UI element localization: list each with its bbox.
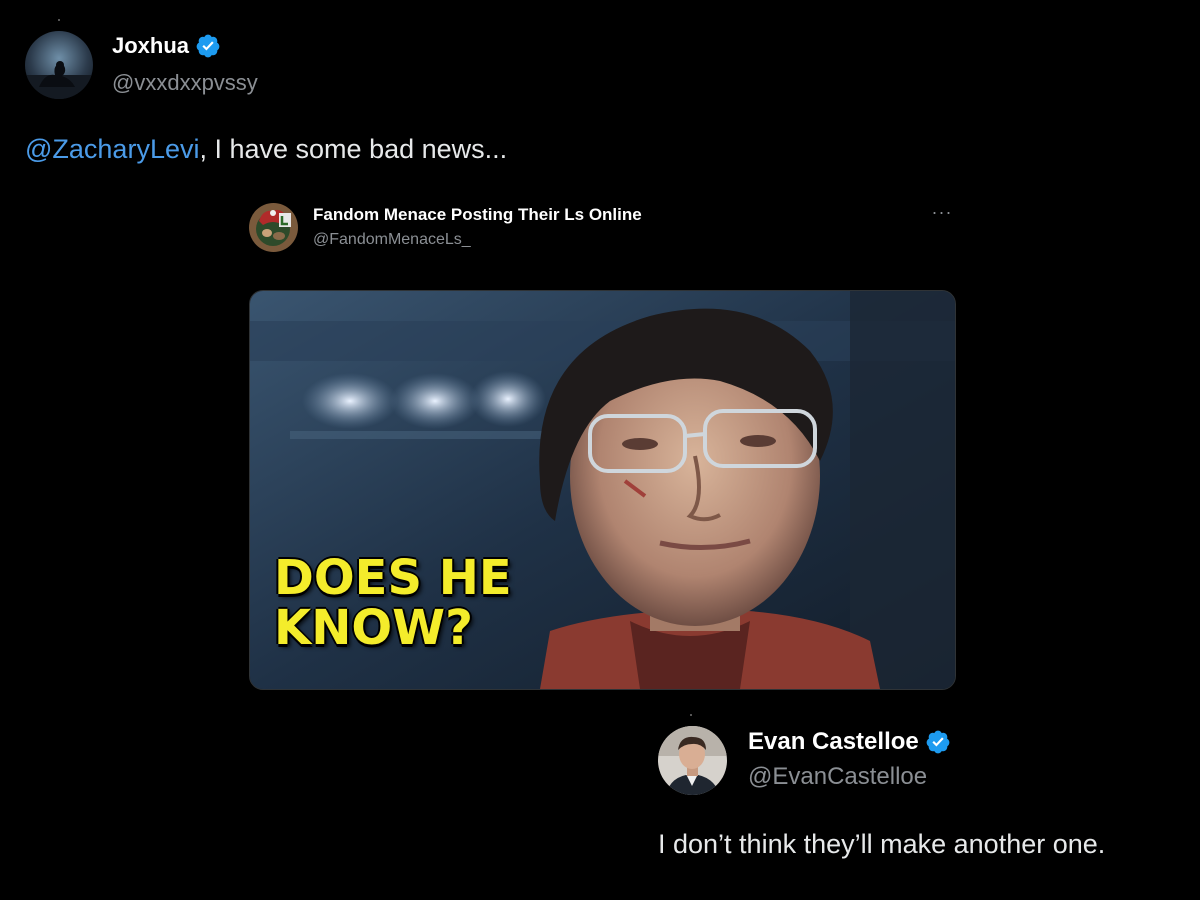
quoted-display-name[interactable]: Fandom Menace Posting Their Ls Online [313, 205, 642, 225]
reply-user-avatar[interactable] [658, 726, 727, 795]
tweet-media-image[interactable]: DOES HE KNOW? [249, 290, 956, 690]
quoted-user-avatar[interactable] [249, 203, 298, 252]
mention-link[interactable]: @ZacharyLevi [25, 134, 199, 164]
reply-tweet-text: I don’t think they’ll make another one. [658, 829, 1106, 859]
display-name[interactable]: Joxhua [112, 33, 221, 59]
reply-display-name-text[interactable]: Evan Castelloe [748, 728, 919, 756]
reply-display-name[interactable]: Evan Castelloe [748, 728, 951, 756]
verified-badge-icon [925, 729, 951, 755]
user-avatar[interactable] [25, 31, 93, 99]
display-name-text[interactable]: Joxhua [112, 33, 189, 59]
caption-line-2: KNOW? [274, 600, 473, 656]
decorative-dot [58, 19, 60, 21]
reply-user-handle[interactable]: @EvanCastelloe [748, 763, 927, 791]
reply-avatar-image [658, 726, 727, 795]
user-handle[interactable]: @vxxdxxpvssy [112, 70, 258, 96]
quoted-user-handle[interactable]: @FandomMenaceLs_ [313, 231, 471, 249]
media-caption: DOES HE KNOW? [274, 553, 512, 653]
tweet-screenshot: Joxhua @vxxdxxpvssy @ZacharyLevi, I have… [0, 0, 1200, 900]
tweet-text: @ZacharyLevi, I have some bad news... [25, 134, 507, 165]
quoted-avatar-image [249, 203, 298, 252]
verified-badge-icon [195, 33, 221, 59]
decorative-dot [690, 714, 692, 716]
caption-line-1: DOES HE [274, 550, 512, 606]
avatar-silhouette-icon [25, 31, 93, 99]
more-options-button[interactable]: ··· [928, 200, 956, 224]
tweet-text-body: , I have some bad news... [199, 134, 508, 164]
